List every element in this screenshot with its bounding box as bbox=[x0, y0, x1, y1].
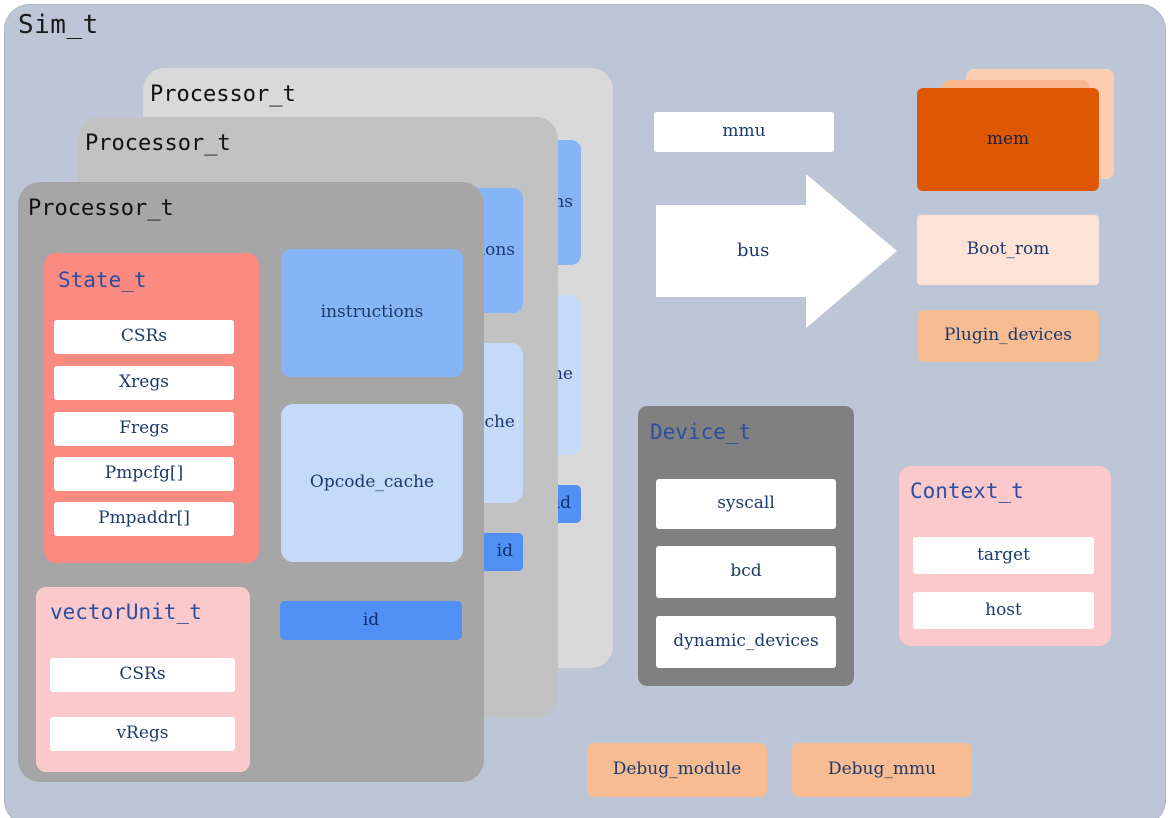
processor-card-back-title: Processor_t bbox=[150, 82, 296, 107]
vector-field-csrs[interactable]: CSRs bbox=[50, 658, 235, 692]
state-field-csrs[interactable]: CSRs bbox=[54, 320, 234, 354]
state-field-pmpaddr[interactable]: Pmpaddr[] bbox=[54, 502, 234, 536]
mem-box[interactable]: mem bbox=[917, 88, 1099, 191]
device-card-title: Device_t bbox=[650, 420, 752, 444]
vector-field-vregs[interactable]: vRegs bbox=[50, 717, 235, 751]
sim-panel-title: Sim_t bbox=[18, 10, 99, 40]
boot-rom-box[interactable]: Boot_rom bbox=[917, 215, 1099, 285]
id-box[interactable]: id bbox=[280, 601, 462, 640]
bus-label: bus bbox=[737, 240, 770, 261]
instructions-box[interactable]: instructions bbox=[281, 249, 463, 377]
state-field-pmpcfg[interactable]: Pmpcfg[] bbox=[54, 457, 234, 491]
processor-card-front-title: Processor_t bbox=[28, 196, 174, 221]
context-card-title: Context_t bbox=[910, 479, 1024, 503]
device-field-bcd[interactable]: bcd bbox=[656, 546, 836, 598]
context-field-host[interactable]: host bbox=[913, 592, 1094, 629]
bus-arrow[interactable] bbox=[654, 172, 899, 330]
vector-unit-card-title: vectorUnit_t bbox=[50, 600, 202, 624]
opcode-cache-box[interactable]: Opcode_cache bbox=[281, 404, 463, 562]
device-field-dynamic-devices[interactable]: dynamic_devices bbox=[656, 616, 836, 668]
state-field-xregs[interactable]: Xregs bbox=[54, 366, 234, 400]
debug-mmu-box[interactable]: Debug_mmu bbox=[792, 743, 972, 797]
diagram-canvas: Sim_t Processor_t instructions Opcode_ca… bbox=[0, 0, 1170, 818]
processor-card-middle-title: Processor_t bbox=[85, 131, 231, 156]
context-field-target[interactable]: target bbox=[913, 537, 1094, 574]
state-card-title: State_t bbox=[58, 268, 147, 292]
mmu-box[interactable]: mmu bbox=[654, 112, 834, 152]
debug-module-box[interactable]: Debug_module bbox=[587, 743, 767, 797]
state-field-fregs[interactable]: Fregs bbox=[54, 412, 234, 446]
plugin-devices-box[interactable]: Plugin_devices bbox=[917, 310, 1099, 362]
device-field-syscall[interactable]: syscall bbox=[656, 479, 836, 529]
